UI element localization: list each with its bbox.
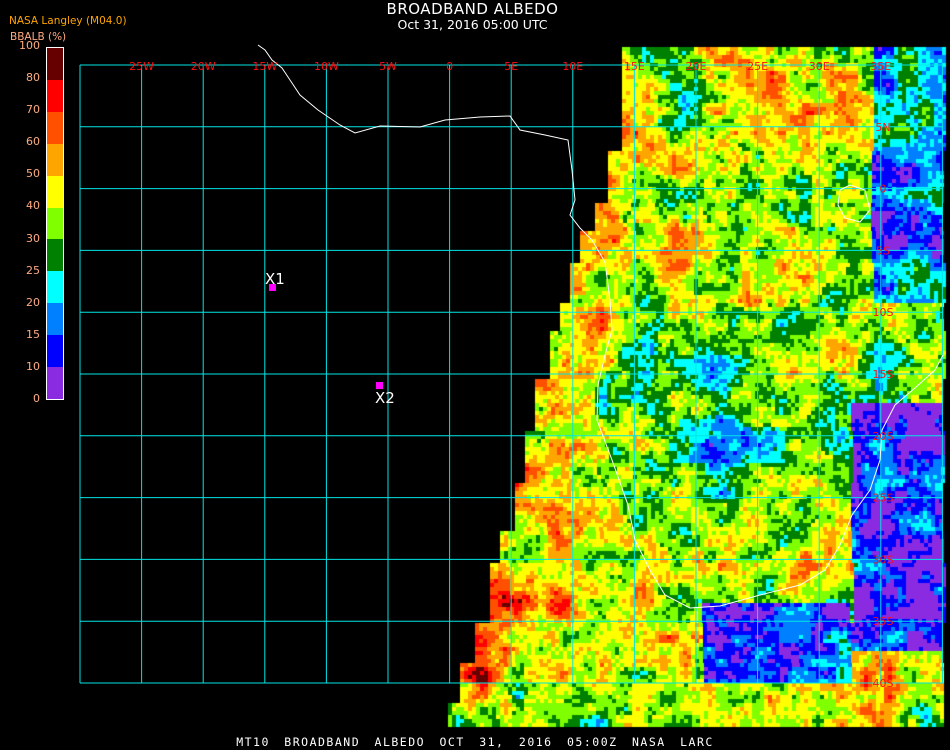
legend-swatch <box>47 175 63 208</box>
legend-swatch <box>47 335 63 368</box>
legend-swatch <box>47 207 63 240</box>
africa-coastline <box>257 44 944 609</box>
legend-tick-label: 100 <box>19 38 40 52</box>
footer-caption: MT10 BROADBAND ALBEDO OCT 31, 2016 05:00… <box>236 735 714 749</box>
longitude-label: 5E <box>504 60 518 73</box>
longitude-label: 15E <box>624 60 645 73</box>
longitude-label: 5W <box>379 60 397 73</box>
latitude-label: 10S <box>873 306 894 319</box>
lat-lon-grid <box>79 64 943 684</box>
longitude-label: 15W <box>252 60 277 73</box>
longitude-label: 25E <box>747 60 768 73</box>
longitude-label: 0 <box>446 60 453 73</box>
legend-tick-label: 60 <box>26 135 40 149</box>
legend-swatch <box>47 48 63 80</box>
latitude-label: 5N <box>875 121 890 134</box>
albedo-map-view: 25W 20W 15W 10W 5W 0 5E 10E 15E 20E 25E 30E 35E 5N 0 5S… <box>0 0 950 750</box>
legend-tick-label: 50 <box>26 167 40 181</box>
map-title: BROADBAND ALBEDO <box>386 0 559 18</box>
longitude-label: 20W <box>191 60 216 73</box>
latitude-label: 20S <box>873 430 894 443</box>
point-markers: X1 X2 <box>265 270 395 407</box>
longitude-label: 20E <box>686 60 707 73</box>
latitude-label: 30S <box>873 553 894 566</box>
lake-victoria-outline <box>837 184 871 223</box>
longitude-label: 25W <box>129 60 154 73</box>
latitude-label: 0 <box>880 183 887 196</box>
legend-swatch <box>47 111 63 144</box>
legend-tick-label: 0 <box>33 392 40 405</box>
legend-swatch <box>47 367 63 399</box>
longitude-label: 30E <box>809 60 830 73</box>
organization-label: NASA Langley (M04.0) <box>9 15 127 27</box>
legend-swatch <box>47 303 63 336</box>
latitude-label: 40S <box>873 677 894 690</box>
legend-tick-label: 15 <box>26 327 40 341</box>
latitude-label: 35S <box>873 615 894 628</box>
coastline <box>257 44 944 609</box>
legend-swatch <box>47 239 63 272</box>
legend-tick-label: 30 <box>26 231 40 245</box>
latitude-label: 5S <box>876 244 890 257</box>
marker-label: X1 <box>265 270 285 288</box>
map-timestamp: Oct 31, 2016 05:00 UTC <box>397 17 548 32</box>
legend-swatch <box>47 271 63 304</box>
latitude-label: 15S <box>873 368 894 381</box>
legend-swatch <box>47 143 63 176</box>
legend-tick-label: 70 <box>26 103 40 117</box>
legend-tick-label: 20 <box>26 295 40 309</box>
longitude-label: 10W <box>314 60 339 73</box>
legend-tick-label: 10 <box>26 359 40 373</box>
legend-tick-label: 40 <box>26 199 40 213</box>
marker-x2[interactable] <box>376 382 383 389</box>
legend-tick-label: 80 <box>26 71 40 84</box>
latitude-label: 25S <box>873 492 894 505</box>
longitude-label: 35E <box>870 60 891 73</box>
marker-label: X2 <box>375 389 395 407</box>
legend-tick-label: 25 <box>26 263 40 277</box>
legend-swatch <box>47 79 63 112</box>
map-overlay: 25W 20W 15W 10W 5W 0 5E 10E 15E 20E 25E 30E 35E 5N 0 5S… <box>79 44 944 690</box>
color-legend-bar <box>46 47 64 400</box>
longitude-label: 10E <box>562 60 583 73</box>
